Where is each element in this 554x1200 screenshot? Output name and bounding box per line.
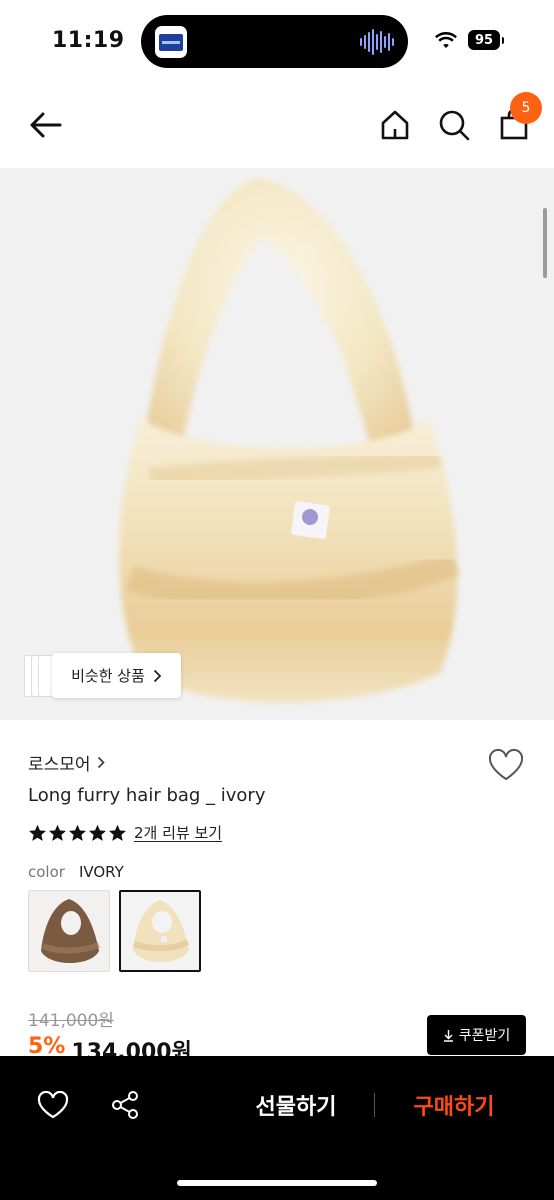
coupon-button[interactable]: 쿠폰받기 (427, 1015, 526, 1055)
star-icon (89, 824, 106, 841)
similar-thumbnails[interactable] (24, 655, 54, 697)
search-button[interactable] (436, 107, 472, 143)
heart-icon (37, 1091, 69, 1119)
color-swatch-brown[interactable] (28, 890, 110, 972)
product-image[interactable]: 비슷한 상품 (0, 168, 554, 720)
similar-products-label: 비슷한 상품 (71, 667, 145, 685)
status-bar: 11:19 95 (0, 0, 554, 80)
star-icon (109, 824, 126, 841)
home-button[interactable] (377, 107, 413, 143)
product-name: Long furry hair bag _ ivory (28, 785, 266, 806)
color-value: IVORY (78, 863, 124, 881)
battery-icon: 95 (468, 30, 500, 50)
chevron-right-icon (153, 669, 162, 682)
similar-products-button[interactable]: 비슷한 상품 (52, 653, 181, 698)
color-label: color (28, 863, 65, 881)
review-link[interactable]: 2개 리뷰 보기 (134, 822, 222, 843)
brand-name: 로스모어 (28, 755, 91, 775)
gift-button[interactable]: 선물하기 (240, 1086, 352, 1124)
ivory-bag-thumbnail (121, 892, 199, 970)
status-icons: 95 (434, 30, 504, 50)
coupon-label: 쿠폰받기 (458, 1028, 511, 1044)
back-button[interactable] (27, 107, 63, 143)
bottom-divider (374, 1093, 375, 1117)
bottom-action-bar: 선물하기 구매하기 (0, 1056, 554, 1200)
audio-wave-icon (360, 29, 394, 55)
download-icon (443, 1029, 453, 1042)
star-icon (29, 824, 46, 841)
original-price: 141,000원 (28, 1011, 114, 1031)
back-arrow-icon (30, 112, 62, 138)
cart-count-badge: 5 (510, 92, 542, 124)
image-scrollbar[interactable] (543, 208, 547, 278)
nav-bar (0, 90, 554, 160)
dynamic-island (141, 15, 408, 68)
color-row: color IVORY (28, 863, 124, 881)
status-time: 11:19 (52, 28, 125, 53)
wifi-icon (435, 32, 457, 48)
home-icon (381, 110, 409, 140)
battery-tip (502, 36, 504, 44)
now-playing-app-icon (155, 26, 187, 58)
brand-link[interactable]: 로스모어 (28, 750, 105, 775)
bottom-wishlist-button[interactable] (36, 1088, 70, 1122)
share-button[interactable] (108, 1088, 142, 1122)
chevron-right-icon (97, 756, 105, 769)
furry-bag-photo (119, 178, 460, 703)
buy-button[interactable]: 구매하기 (398, 1086, 510, 1124)
share-icon (112, 1091, 138, 1119)
wishlist-heart-button[interactable] (487, 748, 525, 784)
star-icon (69, 824, 86, 841)
search-icon (439, 110, 470, 141)
rating-row: 2개 리뷰 보기 (28, 822, 222, 843)
brown-bag-thumbnail (29, 891, 109, 971)
star-icon (49, 824, 66, 841)
home-indicator (177, 1180, 377, 1186)
heart-icon (488, 748, 524, 781)
color-swatch-ivory[interactable] (119, 890, 201, 972)
rating-stars (28, 824, 127, 842)
